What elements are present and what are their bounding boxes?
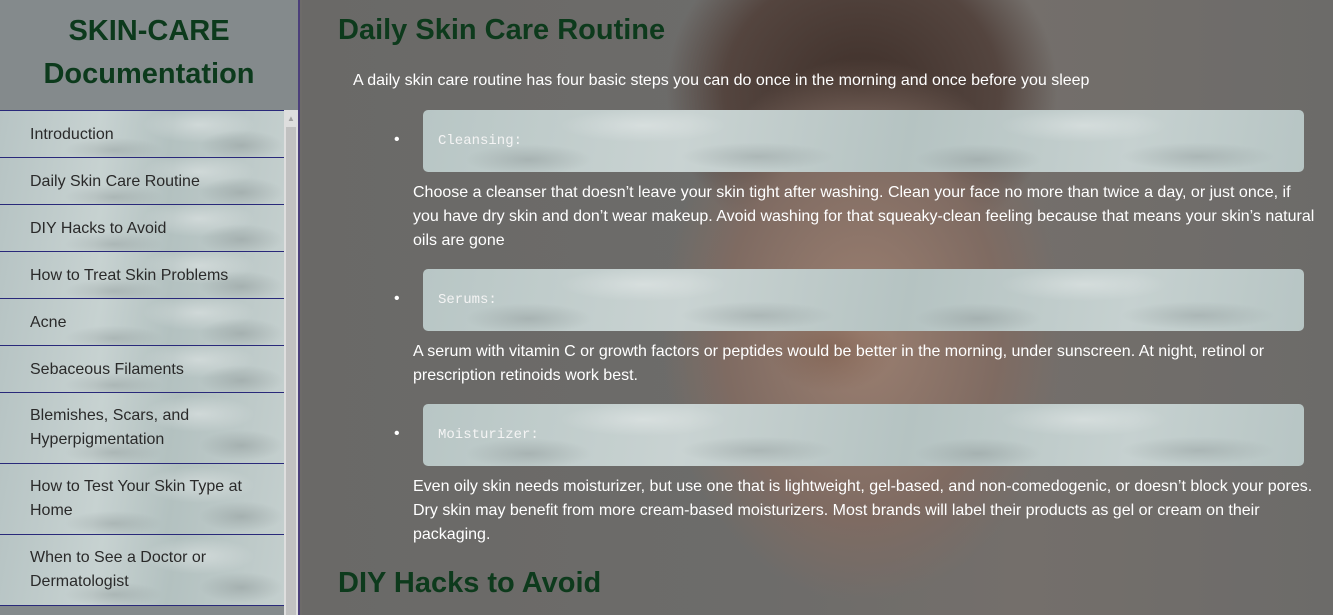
code-cleansing: Cleansing: [423,110,1304,172]
sidebar-item-introduction[interactable]: Introduction [0,111,284,158]
site-title: SKIN-CARE Documentation [0,0,298,100]
bullet-icon: • [394,425,400,442]
step-description-serums: A serum with vitamin C or growth factors… [413,343,1265,384]
section-heading-diy-hacks: DIY Hacks to Avoid [338,567,602,599]
nav-scroll-area[interactable]: Introduction Daily Skin Care Routine DIY… [0,110,298,615]
sidebar-item-see-doctor-or-dermatologist[interactable]: When to See a Doctor or Dermatologist [0,535,284,606]
code-serums: Serums: [423,269,1304,331]
sidebar-scrollbar[interactable]: ▲ [284,110,298,615]
scrollbar-thumb[interactable] [286,127,296,615]
step-description-moisturizer: Even oily skin needs moisturizer, but us… [413,478,1313,543]
step-description-cleansing: Choose a cleanser that doesn’t leave you… [413,184,1315,249]
bullet-icon: • [394,290,400,307]
main-content: Daily Skin Care Routine A daily skin car… [302,0,1333,615]
section-heading-daily-routine: Daily Skin Care Routine [338,14,666,46]
sidebar-item-blemishes-scars-hyperpigmentation[interactable]: Blemishes, Scars, and Hyperpigmentation [0,393,284,464]
sidebar-item-daily-skin-care-routine[interactable]: Daily Skin Care Routine [0,158,284,205]
site-title-line2: Documentation [43,58,255,90]
sidebar-item-sebaceous-filaments[interactable]: Sebaceous Filaments [0,346,284,393]
code-moisturizer: Moisturizer: [423,404,1304,466]
sidebar-item-how-to-treat-skin-problems[interactable]: How to Treat Skin Problems [0,252,284,299]
nav-list: Introduction Daily Skin Care Routine DIY… [0,110,284,606]
site-title-line1: SKIN-CARE [68,15,230,47]
sidebar-item-acne[interactable]: Acne [0,299,284,346]
scroll-up-arrow-icon[interactable]: ▲ [284,110,298,126]
bullet-icon: • [394,131,400,148]
sidebar-item-diy-hacks-to-avoid[interactable]: DIY Hacks to Avoid [0,205,284,252]
intro-text: A daily skin care routine has four basic… [353,72,1090,89]
sidebar: SKIN-CARE Documentation Introduction Dai… [0,0,300,615]
sidebar-item-test-skin-type-at-home[interactable]: How to Test Your Skin Type at Home [0,464,284,535]
